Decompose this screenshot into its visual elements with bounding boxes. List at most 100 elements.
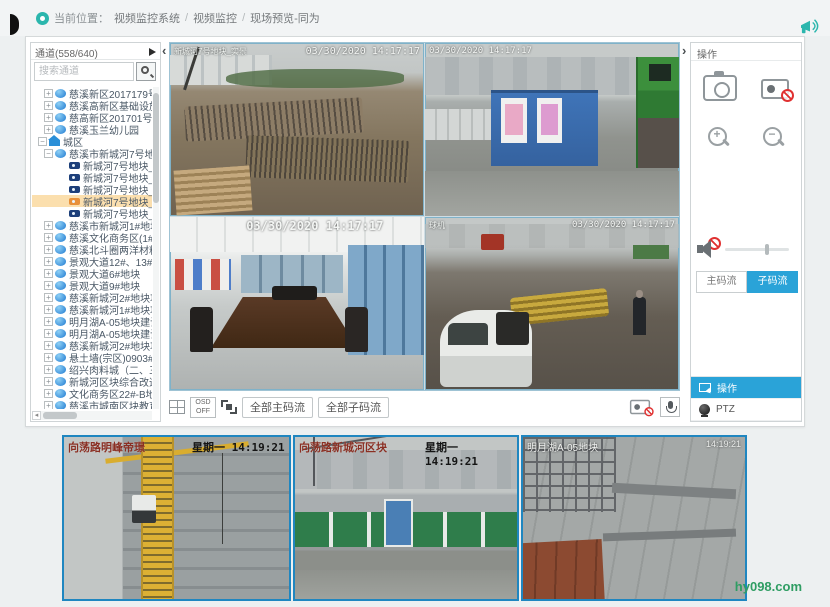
expand-toggle[interactable]: + [44,353,53,362]
scene-concrete-beam [612,482,737,498]
scrollbar-thumb[interactable] [153,93,159,203]
operations-panel: 操作 + − 主码流 子码流 操作 PTZ [690,42,802,422]
channel-icon [55,281,66,290]
channel-icon [69,198,80,205]
channel-icon [69,174,80,181]
scene-crane-cab [132,495,157,523]
breadcrumb-prefix: 当前位置： [54,10,109,26]
expand-toggle[interactable]: + [44,341,53,350]
all-main-stream-button[interactable]: 全部主码流 [242,397,313,418]
expand-toggle[interactable]: + [44,101,53,110]
expand-toggle[interactable]: + [44,245,53,254]
video-feed-3[interactable]: 03/30/2020 14:17:17 [170,217,424,390]
channel-icon [55,221,66,230]
osd-label-line1: OSD [195,399,210,406]
main-stream-button[interactable]: 主码流 [696,271,747,293]
megaphone-icon[interactable] [798,18,822,36]
expand-toggle[interactable]: + [44,317,53,326]
expand-toggle[interactable]: + [44,221,53,230]
breadcrumb-link-preview[interactable]: 现场预览-同为 [250,10,320,26]
channel-icon [55,365,66,374]
expand-toggle[interactable]: + [44,113,53,122]
ops-icon-row-1 [691,75,801,101]
expand-toggle[interactable]: + [44,233,53,242]
scene-chair [272,286,318,300]
tree-item[interactable]: + 慈溪市城南区块教育地块 [32,399,152,409]
breadcrumb-link-system[interactable]: 视频监控系统 [114,10,180,26]
channel-icon [55,329,66,338]
tree-vertical-scrollbar[interactable] [153,87,159,409]
scene-worker [633,297,646,335]
expand-toggle[interactable]: + [44,365,53,374]
expand-toggle[interactable]: + [44,257,53,266]
expand-toggle[interactable]: + [44,293,53,302]
search-button[interactable] [136,62,156,81]
breadcrumb: 当前位置： 视频监控系统 / 视频监控 / 现场预览-同为 [36,10,320,26]
channel-icon [55,89,66,98]
volume-slider[interactable] [725,248,789,251]
scene-poster [505,104,523,135]
video-feed-1[interactable]: 新城河7号地块_实景 03/30/2020 14:17:17 [170,43,424,216]
layout-grid-icon[interactable] [169,400,185,414]
thumbnail-video-3[interactable]: 明月湖A-05地块 14:19:21 [521,435,747,601]
expand-toggle[interactable]: − [44,149,53,158]
channel-icon [55,233,66,242]
video-feed-4[interactable]: 球机 03/30/2020 14:17:17 [425,217,679,390]
scene-chair [190,307,213,352]
scene-formwork-stack [174,165,253,215]
monitor-icon [699,383,711,392]
thumbnail-name-overlay: 明月湖A-05地块 [527,439,598,454]
main-panel: 通道(558/640) + 慈溪新区2017179号地块 + 慈溪高新区基础设施… [25,36,805,427]
breadcrumb-link-monitor[interactable]: 视频监控 [193,10,237,26]
prohibited-badge [644,407,653,416]
channel-icon [55,305,66,314]
tree-fold-icon[interactable] [149,48,156,56]
scroll-left-arrow[interactable]: ◂ [32,411,41,420]
thumbnail-time-overlay: 星期一 14:19:21 [192,439,285,455]
expand-toggle[interactable]: + [44,305,53,314]
expand-toggle[interactable]: + [44,281,53,290]
channel-count-label: 通道(558/640) [35,49,98,60]
timestamp-overlay: 03/30/2020 14:17:17 [429,46,532,56]
expand-toggle[interactable]: + [44,125,53,134]
scene-rebar-pile [246,135,410,182]
channel-icon [49,140,60,146]
menu-item-operations[interactable]: 操作 [691,377,801,399]
zoom-in-icon[interactable]: + [708,127,730,149]
sub-stream-button[interactable]: 子码流 [747,271,798,293]
scene-open-hatch [496,312,529,345]
collapse-tree-arrow[interactable]: ‹ [162,45,166,57]
record-disabled-icon[interactable] [761,79,789,99]
expand-toggle[interactable]: + [44,269,53,278]
osd-toggle-button[interactable]: OSD OFF [190,397,216,418]
all-sub-stream-button[interactable]: 全部子码流 [318,397,389,418]
menu-item-ptz[interactable]: PTZ [691,399,801,421]
thumbnail-video-2[interactable]: 向荡路新城河区块 星期一 14:19:21 [293,435,519,601]
scrollbar-thumb[interactable] [43,412,77,419]
thumbnail-video-1[interactable]: 向荡路明峰帝璟 星期一 14:19:21 [62,435,291,601]
menu-item-label: PTZ [716,404,735,415]
expand-toggle[interactable]: + [44,401,53,410]
fullscreen-icon[interactable] [221,400,237,414]
scene-chair [345,307,368,352]
expand-toggle[interactable]: + [44,89,53,98]
expand-toggle[interactable]: + [44,329,53,338]
location-pin-icon [36,12,49,25]
video-feed-2[interactable]: 03/30/2020 14:17:17 [425,43,679,216]
expand-toggle[interactable]: + [44,377,53,386]
zoom-out-icon[interactable]: − [763,127,785,149]
prohibited-badge [708,237,721,250]
tree-horizontal-scrollbar[interactable]: ◂ [32,411,152,420]
snapshot-icon[interactable] [703,75,737,101]
menu-item-label: 操作 [717,380,737,395]
volume-slider-handle[interactable] [765,244,769,255]
expand-toggle[interactable]: − [38,137,47,146]
channel-icon [55,353,66,362]
microphone-icon[interactable] [660,397,680,417]
tree-item[interactable]: + 慈溪玉兰幼儿园 [32,123,152,135]
collapse-ops-arrow[interactable]: › [682,45,686,57]
expand-toggle[interactable]: + [44,389,53,398]
record-disabled-icon[interactable] [630,400,650,414]
volume-muted-icon[interactable] [697,239,719,259]
channel-search-input[interactable] [34,62,134,81]
